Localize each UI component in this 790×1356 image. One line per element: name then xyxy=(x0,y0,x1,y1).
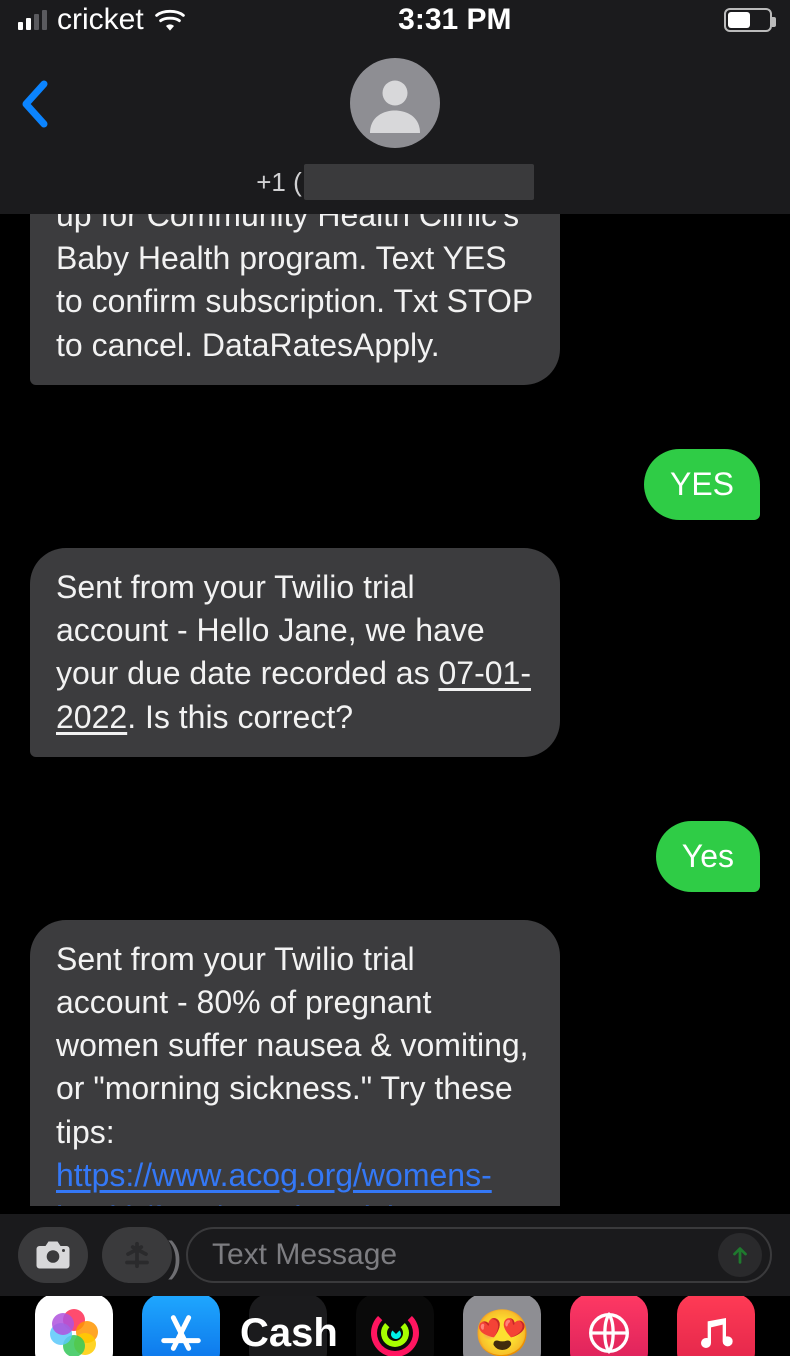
message-text: up for Community Health Clinic's Baby He… xyxy=(56,214,533,363)
message-outgoing[interactable]: YES xyxy=(644,449,760,520)
message-text: . Is this correct? xyxy=(127,699,353,735)
conversation-scroll[interactable]: up for Community Health Clinic's Baby He… xyxy=(0,214,790,1206)
message-incoming[interactable]: Sent from your Twilio trial account - 80… xyxy=(30,920,560,1206)
compose-bar: ) Text Message xyxy=(0,1214,790,1296)
carrier-label: cricket xyxy=(57,3,144,37)
message-text: Sent from your Twilio trial account - 80… xyxy=(56,941,529,1150)
app-drawer-button[interactable]: ) xyxy=(102,1227,172,1283)
music-note-icon xyxy=(696,1313,736,1353)
app-photos[interactable] xyxy=(35,1296,113,1356)
fitness-rings-icon xyxy=(371,1309,419,1356)
app-appstore[interactable] xyxy=(142,1296,220,1356)
message-incoming[interactable]: Sent from your Twilio trial account - He… xyxy=(30,548,560,757)
appstore-icon xyxy=(158,1310,204,1356)
message-input[interactable]: Text Message xyxy=(186,1227,772,1283)
message-text: YES xyxy=(670,466,734,502)
memoji-icon: 😍 xyxy=(473,1306,530,1356)
message-link[interactable]: https://www.acog.org/womens-health/faqs/… xyxy=(56,1157,492,1206)
drawer-paren-icon: ) xyxy=(168,1233,182,1281)
camera-button[interactable] xyxy=(18,1227,88,1283)
battery-icon xyxy=(724,8,772,32)
message-text: Sent from your Twilio trial account - He… xyxy=(56,569,485,691)
app-fitness[interactable] xyxy=(356,1296,434,1356)
message-outgoing[interactable]: Yes xyxy=(656,821,760,892)
clock: 3:31 PM xyxy=(398,3,511,37)
message-incoming[interactable]: up for Community Health Clinic's Baby He… xyxy=(30,214,560,385)
app-music[interactable] xyxy=(677,1296,755,1356)
message-placeholder: Text Message xyxy=(212,1238,397,1272)
contact-number[interactable]: +1 ( xyxy=(256,164,534,200)
cell-signal-icon xyxy=(18,10,47,30)
app-dock: Cash 😍 xyxy=(0,1296,790,1356)
conversation-header: +1 ( xyxy=(0,40,790,214)
message-text: Yes xyxy=(682,838,734,874)
contact-avatar[interactable] xyxy=(350,58,440,148)
globe-icon xyxy=(587,1311,631,1355)
app-memoji[interactable]: 😍 xyxy=(463,1296,541,1356)
app-web[interactable] xyxy=(570,1296,648,1356)
send-button[interactable] xyxy=(718,1233,762,1277)
cash-label: Cash xyxy=(240,1311,338,1356)
photos-icon xyxy=(50,1309,98,1356)
status-bar: cricket 3:31 PM xyxy=(0,0,790,40)
phone-prefix: +1 ( xyxy=(256,167,302,198)
redacted-number xyxy=(304,164,534,200)
status-left: cricket xyxy=(18,3,186,37)
back-button[interactable] xyxy=(20,80,48,140)
app-cash[interactable]: Cash xyxy=(249,1296,327,1356)
status-right xyxy=(724,8,772,32)
wifi-icon xyxy=(154,8,186,32)
